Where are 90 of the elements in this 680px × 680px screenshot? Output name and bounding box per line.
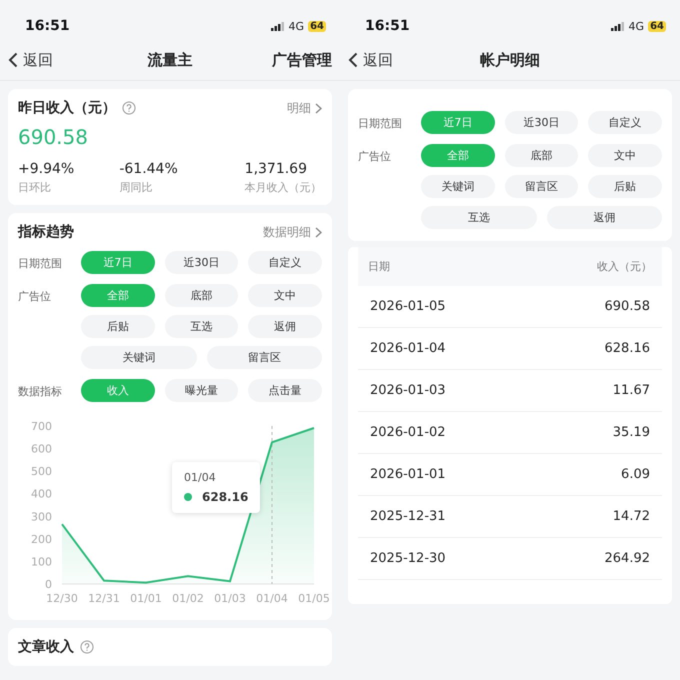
table-cell: 2026-01-01 — [370, 467, 446, 482]
table-cell: 35.19 — [612, 425, 650, 440]
back-icon — [348, 52, 358, 68]
table-cell: 2026-01-05 — [370, 299, 446, 314]
card-title: 文章收入 — [18, 638, 74, 656]
chevron-icon — [315, 102, 322, 114]
filter-chip[interactable]: 文中 — [588, 144, 662, 167]
table-cell: 2026-01-02 — [370, 425, 446, 440]
table-cell: 2026-01-03 — [370, 383, 446, 398]
column-header: 日期 — [368, 259, 390, 274]
page-title: 帐户明细 — [480, 50, 540, 68]
filter-chip[interactable]: 互选 — [164, 315, 238, 338]
table-cell: 628.16 — [604, 341, 650, 356]
axis-label: 0 — [45, 578, 52, 591]
network-label: 4G — [628, 20, 644, 32]
tooltip-value: 628.16 — [202, 490, 248, 504]
table-cell: 264.92 — [604, 551, 650, 566]
table-cell: 6.09 — [621, 467, 650, 482]
axis-label: 01/04 — [256, 592, 288, 605]
axis-label: 12/31 — [88, 592, 120, 605]
back-button[interactable]: 返回 — [348, 50, 393, 70]
filter-label: 广告位 — [358, 149, 392, 165]
axis-label: 100 — [31, 555, 52, 568]
income-amount: 690.58 — [18, 125, 89, 149]
filter-chip[interactable]: 后贴 — [81, 315, 155, 338]
filter-chip[interactable]: 近30日 — [164, 251, 238, 274]
filter-label: 日期范围 — [18, 256, 63, 272]
axis-label: 600 — [31, 442, 52, 456]
signal-icon — [610, 22, 625, 30]
filter-chip[interactable]: 自定义 — [248, 251, 322, 274]
detail-link[interactable]: 明细 — [287, 100, 322, 116]
filter-chip[interactable]: 关键词 — [81, 346, 196, 369]
filter-chip[interactable]: 近30日 — [504, 111, 578, 134]
table-cell: 690.58 — [604, 299, 650, 314]
filter-chip[interactable]: 后贴 — [588, 175, 662, 198]
filter-label: 广告位 — [18, 289, 52, 305]
filter-chip[interactable]: 留言区 — [206, 346, 322, 369]
ad-management-link[interactable]: 广告管理 — [272, 50, 332, 70]
axis-label: 700 — [31, 420, 52, 433]
stat-value: +9.94% — [18, 161, 76, 177]
axis-label: 01/01 — [130, 592, 162, 605]
filter-chip[interactable]: 互选 — [421, 206, 536, 229]
back-icon — [8, 52, 18, 68]
filter-chip[interactable]: 底部 — [164, 284, 238, 307]
table-cell: 2026-01-04 — [370, 341, 446, 356]
axis-label: 01/02 — [172, 592, 204, 605]
column-header: 收入（元） — [597, 259, 652, 274]
filter-chip[interactable]: 自定义 — [588, 111, 662, 134]
help-icon[interactable] — [80, 640, 94, 654]
table-cell: 11.67 — [612, 383, 650, 398]
axis-label: 01/03 — [214, 592, 246, 605]
card-title: 昨日收入（元） — [18, 99, 116, 117]
table-cell: 14.72 — [612, 509, 650, 524]
filter-label: 数据指标 — [18, 384, 63, 400]
filter-chip[interactable]: 底部 — [504, 144, 578, 167]
filter-chip[interactable]: 返佣 — [546, 206, 662, 229]
chevron-icon — [315, 226, 322, 238]
axis-label: 400 — [31, 488, 52, 501]
filter-chip[interactable]: 返佣 — [248, 315, 322, 338]
battery-badge: 64 — [648, 20, 666, 32]
axis-label: 01/05 — [298, 592, 330, 605]
axis-label: 300 — [31, 510, 52, 524]
filter-chip[interactable]: 点击量 — [248, 379, 322, 402]
page-title: 流量主 — [148, 50, 192, 68]
tooltip-date: 01/04 — [184, 471, 217, 484]
axis-label: 200 — [31, 532, 52, 546]
stat-label: 本月收入（元） — [244, 180, 322, 195]
network-label: 4G — [288, 20, 304, 32]
signal-icon — [270, 22, 285, 30]
filter-chip[interactable]: 留言区 — [504, 175, 578, 198]
help-icon[interactable] — [122, 101, 136, 115]
battery-badge: 64 — [308, 20, 326, 32]
table-cell: 2025-12-31 — [370, 509, 446, 524]
stat-value: -61.44% — [119, 161, 179, 177]
stat-value: 1,371.69 — [244, 161, 308, 177]
clock-time: 16:51 — [365, 18, 410, 34]
filter-chip[interactable]: 曝光量 — [164, 379, 238, 402]
clock-time: 16:51 — [25, 18, 70, 34]
axis-label: 12/30 — [46, 592, 78, 605]
back-button[interactable]: 返回 — [8, 50, 53, 70]
table-cell: 2025-12-30 — [370, 551, 446, 566]
axis-label: 500 — [31, 465, 52, 478]
filter-chip[interactable]: 关键词 — [421, 175, 495, 198]
filter-chip[interactable]: 文中 — [248, 284, 322, 307]
stat-label: 日环比 — [18, 180, 52, 195]
filter-label: 日期范围 — [358, 116, 403, 132]
card-title: 指标趋势 — [18, 223, 74, 241]
detail-link[interactable]: 数据明细 — [263, 224, 322, 240]
series-dot — [184, 493, 192, 502]
stat-label: 周同比 — [119, 180, 154, 195]
